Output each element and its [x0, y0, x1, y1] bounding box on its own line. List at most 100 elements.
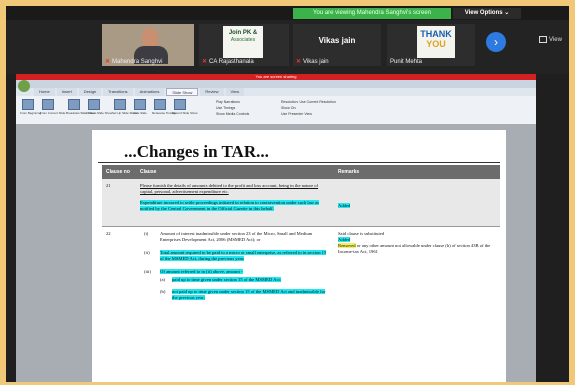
remark-added: Added	[338, 203, 351, 208]
button-label: Set Up Slide Show	[112, 111, 138, 115]
participant-name: ✕ Mahendra Sanghvi	[105, 58, 162, 65]
slideshow-icon	[42, 99, 54, 110]
col-clause: Clause	[140, 169, 157, 175]
tab-design[interactable]: Design	[78, 88, 102, 96]
participant-name: ✕ Vikas jain	[296, 58, 329, 65]
view-toggle[interactable]: View	[539, 36, 562, 43]
button-label: From Beginning	[20, 111, 42, 115]
slide-page: ...Changes in TAR... Clause no Clause Re…	[92, 130, 506, 382]
item-text-added: Of amount referred to in (ii) above, amo…	[160, 269, 243, 274]
logo-line2: Associates	[230, 37, 256, 43]
broadcast-icon	[68, 99, 80, 110]
item-label: (iii)	[144, 269, 151, 274]
tab-home[interactable]: Home	[34, 88, 55, 96]
timer-icon	[154, 99, 166, 110]
logo-line1: Join PK &	[228, 30, 258, 36]
setup-show-button[interactable]: Set Up Slide Show	[112, 99, 138, 117]
tab-transitions[interactable]: Transitions	[103, 88, 133, 96]
chevron-down-icon: ⌄	[504, 10, 510, 16]
button-label: Broadcast Slide Show	[66, 111, 96, 115]
clause-added-text: Expenditure incurred to settle proceedin…	[140, 200, 319, 211]
row-number: 21	[106, 183, 111, 188]
show-on-select[interactable]: Show On:	[281, 106, 296, 110]
button-label: Record Slide Show	[172, 111, 198, 115]
setup-icon	[114, 99, 126, 110]
play-narrations-option[interactable]: Play Narrations	[216, 100, 240, 104]
presenter-view-option[interactable]: Use Presenter View	[281, 112, 312, 116]
firm-logo: Join PK & Associates	[223, 26, 263, 58]
gallery-view-icon	[539, 36, 547, 43]
thank-line2: YOU	[426, 39, 446, 49]
custom-show-button[interactable]: Custom Slide Show	[86, 99, 113, 117]
view-label: View	[549, 37, 562, 44]
from-current-button[interactable]: From Current Slide	[40, 99, 65, 117]
slideshow-icon	[22, 99, 34, 110]
item-text-added: not paid up to time given under section …	[172, 289, 326, 300]
ribbon: From Beginning From Current Slide Broadc…	[16, 96, 536, 125]
tab-view[interactable]: View	[225, 88, 245, 96]
participant-tile[interactable]: THANK YOU Punit Mehta	[387, 24, 475, 66]
record-icon	[174, 99, 186, 110]
participant-name: Punit Mehta	[390, 59, 422, 65]
button-label: Custom Slide Show	[86, 111, 113, 115]
remark-added: Added	[338, 237, 351, 242]
item-label: (ii)	[144, 250, 150, 255]
clause-text: Please furnish the details of amounts de…	[140, 183, 319, 194]
participant-tile[interactable]: Join PK & Associates ✕ CA Rajasthanala	[199, 24, 289, 66]
tab-insert[interactable]: Insert	[56, 88, 77, 96]
participant-tile[interactable]: ✕ Mahendra Sanghvi	[102, 24, 194, 66]
tab-review[interactable]: Review	[200, 88, 224, 96]
remark-text: Said clause is substituted	[338, 231, 385, 236]
hide-slide-icon	[134, 99, 146, 110]
tab-animations[interactable]: Animations	[134, 88, 165, 96]
show-media-controls-option[interactable]: Show Media Controls	[216, 112, 249, 116]
custom-show-icon	[88, 99, 100, 110]
next-page-icon[interactable]: ›	[486, 32, 506, 52]
participant-name-text: Mahendra Sanghvi	[112, 59, 163, 65]
view-options-label: View Options	[464, 10, 503, 16]
tab-slide-show[interactable]: Slide Show	[166, 88, 199, 96]
app-titlebar	[16, 80, 536, 88]
item-label: (i)	[144, 231, 149, 236]
participant-name-text: Punit Mehta	[390, 59, 423, 65]
muted-mic-icon: ✕	[105, 59, 111, 65]
button-label: Rehearse Timings	[152, 111, 177, 115]
table-header: Clause no Clause Remarks	[102, 165, 500, 179]
participant-name-text: CA Rajasthanala	[209, 59, 254, 65]
top-bar: You are viewing Mahendra Sanghvi's scree…	[6, 6, 569, 20]
resolution-select[interactable]: Resolution: Use Current Resolution	[281, 100, 336, 104]
muted-mic-icon: ✕	[202, 59, 208, 65]
remark-rest: or any other amount not allowable under …	[338, 243, 491, 254]
rehearse-button[interactable]: Rehearse Timings	[152, 99, 177, 117]
participant-strip: ✕ Mahendra Sanghvi Join PK & Associates ✕ C…	[6, 20, 569, 74]
from-beginning-button[interactable]: From Beginning	[20, 99, 42, 117]
meeting-window: You are viewing Mahendra Sanghvi's scree…	[6, 6, 569, 382]
slide-area: ...Changes in TAR... Clause no Clause Re…	[16, 124, 536, 382]
row-number: 22	[106, 231, 111, 236]
thank-you-image: THANK YOU	[417, 26, 455, 58]
remark-removed: Removed	[338, 243, 356, 248]
viewing-banner: You are viewing Mahendra Sanghvi's scree…	[293, 8, 451, 19]
item-text: Amount of interest inadmissible under se…	[160, 231, 313, 242]
button-label: Hide Slide	[133, 111, 147, 115]
slide-title: ...Changes in TAR...	[124, 142, 269, 161]
participant-tile[interactable]: Vikas jain ✕ Vikas jain	[293, 24, 381, 66]
muted-mic-icon: ✕	[296, 59, 302, 65]
use-timings-option[interactable]: Use Timings	[216, 106, 235, 110]
broadcast-button[interactable]: Broadcast Slide Show	[66, 99, 96, 117]
item-text-added: Total amount required to be paid to a mi…	[160, 250, 327, 261]
ribbon-tabs: Home Insert Design Transitions Animation…	[34, 88, 245, 96]
thank-line1: THANK	[420, 29, 452, 39]
row-divider	[102, 226, 500, 227]
participant-name-text: Vikas jain	[303, 59, 329, 65]
participant-name: ✕ CA Rajasthanala	[202, 58, 254, 65]
participant-video	[142, 28, 158, 48]
hide-slide-button[interactable]: Hide Slide	[132, 99, 148, 117]
shared-screen: You are screen sharing Home Insert Desig…	[16, 74, 536, 382]
title-divider	[98, 162, 500, 163]
col-clause-no: Clause no	[106, 169, 130, 175]
participant-display-name: Vikas jain	[318, 36, 356, 45]
office-button-icon[interactable]	[18, 80, 30, 92]
view-options-button[interactable]: View Options ⌄	[453, 8, 521, 19]
record-button[interactable]: Record Slide Show	[172, 99, 198, 117]
